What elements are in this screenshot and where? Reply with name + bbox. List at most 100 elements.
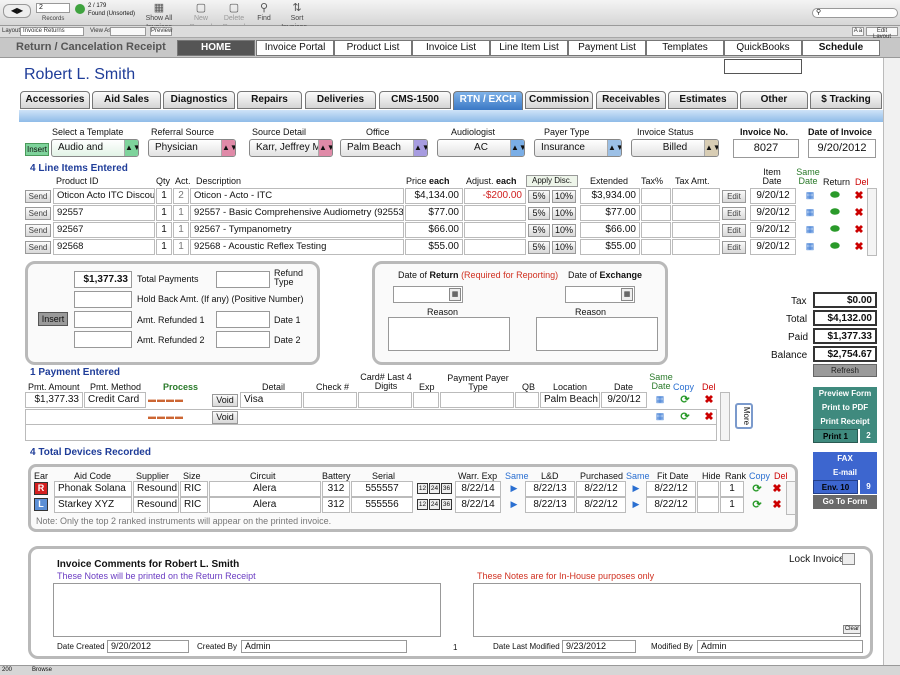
exchange-reason-field[interactable]: [536, 317, 658, 351]
fit-date-cell[interactable]: 8/22/12: [646, 497, 696, 513]
detail-cell[interactable]: Visa: [240, 392, 302, 408]
source-detail-select[interactable]: Karr, Jeffrey MD▲▼: [249, 139, 333, 157]
same-date-icon[interactable]: ▦: [804, 224, 816, 235]
tax-pct-cell[interactable]: [641, 222, 671, 238]
insert-refund-button[interactable]: Insert: [38, 312, 68, 326]
total-payments-field[interactable]: $1,377.33: [74, 271, 132, 288]
apply-discount-button[interactable]: Apply Disc.: [526, 175, 578, 187]
nav-tab[interactable]: Line Item List: [490, 40, 568, 56]
description-cell[interactable]: 92567 - Tympanometry: [190, 222, 404, 238]
devices-scrollbar[interactable]: [786, 481, 796, 515]
date-1-field[interactable]: [216, 311, 270, 328]
form-tab[interactable]: CMS-1500: [379, 91, 451, 109]
description-cell[interactable]: 92557 - Basic Comprehensive Audiometry (…: [190, 205, 404, 221]
quick-find-input[interactable]: ⚲: [812, 8, 898, 18]
payment-amount-cell[interactable]: $1,377.33: [25, 392, 83, 408]
payments-scrollbar[interactable]: [720, 392, 730, 441]
nav-tab[interactable]: Invoice List: [412, 40, 490, 56]
delete-icon[interactable]: ✖: [770, 498, 784, 511]
payment-row-empty[interactable]: [25, 424, 717, 441]
delete-icon[interactable]: ✖: [852, 189, 866, 202]
void-button[interactable]: Void: [212, 394, 238, 407]
office-select[interactable]: Palm Beach ▲▼: [340, 139, 428, 157]
price-cell[interactable]: $55.00: [405, 239, 463, 255]
discount-10-button[interactable]: 10%: [552, 241, 576, 254]
warranty-12-button[interactable]: 12: [417, 483, 428, 494]
form-tab[interactable]: Estimates: [668, 91, 738, 109]
ear-badge[interactable]: R: [34, 482, 48, 495]
tax-pct-cell[interactable]: [641, 205, 671, 221]
find-button[interactable]: ⚲ Find: [256, 2, 272, 23]
lock-invoice-checkbox[interactable]: [842, 553, 855, 565]
form-tab[interactable]: RTN / EXCH: [453, 91, 523, 111]
nav-tab[interactable]: HOME: [177, 40, 255, 56]
edit-button[interactable]: Edit: [722, 224, 746, 237]
edit-button[interactable]: Edit: [722, 241, 746, 254]
qb-cell[interactable]: [515, 392, 539, 408]
delete-icon[interactable]: ✖: [702, 393, 716, 406]
text-size-button[interactable]: A a: [852, 27, 864, 36]
return-date-field[interactable]: ▦: [393, 286, 463, 303]
tax-amt-cell[interactable]: [672, 239, 720, 255]
invoice-status-select[interactable]: Billed ▲▼: [631, 139, 719, 157]
tax-amt-cell[interactable]: [672, 222, 720, 238]
circuit-cell[interactable]: Alera: [209, 497, 321, 513]
price-cell[interactable]: $66.00: [405, 222, 463, 238]
amt-refunded-1-field[interactable]: [74, 311, 132, 328]
warranty-24-button[interactable]: 24: [429, 483, 440, 494]
battery-cell[interactable]: 312: [322, 497, 350, 513]
form-tab[interactable]: Other: [740, 91, 808, 109]
aid-code-cell[interactable]: Phonak Solana: [54, 481, 132, 497]
extended-cell[interactable]: $66.00: [580, 222, 640, 238]
fax-button[interactable]: FAX: [813, 452, 877, 466]
hide-cell[interactable]: [697, 481, 719, 497]
card-last-cell[interactable]: [358, 392, 412, 408]
item-date-cell[interactable]: 9/20/12: [750, 205, 796, 221]
return-icon[interactable]: ⬬: [828, 240, 842, 253]
form-tab[interactable]: Commission: [525, 91, 593, 109]
circuit-cell[interactable]: Alera: [209, 481, 321, 497]
right-scroll-strip[interactable]: [883, 58, 900, 665]
clear-notes-button[interactable]: Clear: [843, 625, 861, 634]
delete-icon[interactable]: ✖: [852, 240, 866, 253]
same-date-icon[interactable]: ▦: [804, 190, 816, 201]
form-tab[interactable]: Receivables: [596, 91, 666, 109]
same-arrow-icon[interactable]: ▶: [508, 483, 520, 494]
price-cell[interactable]: $77.00: [405, 205, 463, 221]
product-id-cell[interactable]: 92567: [53, 222, 155, 238]
hide-cell[interactable]: [697, 497, 719, 513]
edit-button[interactable]: Edit: [722, 207, 746, 220]
item-date-cell[interactable]: 9/20/12: [750, 222, 796, 238]
item-date-cell[interactable]: 9/20/12: [750, 239, 796, 255]
delete-icon[interactable]: ✖: [770, 482, 784, 495]
payer-type-select[interactable]: Insurance ▲▼: [534, 139, 622, 157]
discount-10-button[interactable]: 10%: [552, 207, 576, 220]
invoice-no-field[interactable]: 8027: [733, 139, 799, 158]
same-date-icon[interactable]: ▦: [804, 207, 816, 218]
act-cell[interactable]: 1: [173, 222, 189, 238]
price-cell[interactable]: $4,134.00: [405, 188, 463, 204]
calendar-icon[interactable]: ▦: [449, 288, 461, 301]
warranty-36-button[interactable]: 36: [441, 483, 452, 494]
product-id-cell[interactable]: Oticon Acto ITC Discount: [53, 188, 155, 204]
record-number-field[interactable]: 2: [36, 3, 70, 13]
product-id-cell[interactable]: 92557: [53, 205, 155, 221]
adjust-cell[interactable]: [464, 222, 526, 238]
copy-icon[interactable]: ⟳: [750, 482, 764, 495]
same-date-icon[interactable]: ▦: [654, 394, 666, 405]
discount-5-button[interactable]: 5%: [528, 241, 550, 254]
discount-5-button[interactable]: 5%: [528, 207, 550, 220]
tax-amt-cell[interactable]: [672, 188, 720, 204]
copy-icon[interactable]: ⟳: [750, 498, 764, 511]
send-button[interactable]: Send: [25, 224, 51, 237]
delete-icon[interactable]: ✖: [852, 223, 866, 236]
product-id-cell[interactable]: 92568: [53, 239, 155, 255]
return-reason-field[interactable]: [388, 317, 510, 351]
mode-indicator[interactable]: Browse: [32, 667, 52, 673]
discount-10-button[interactable]: 10%: [552, 224, 576, 237]
battery-cell[interactable]: 312: [322, 481, 350, 497]
warr-exp-cell[interactable]: 8/22/14: [455, 497, 501, 513]
adjust-cell[interactable]: -$200.00: [464, 188, 526, 204]
warranty-24-button[interactable]: 24: [429, 499, 440, 510]
serial-cell[interactable]: 555557: [351, 481, 413, 497]
